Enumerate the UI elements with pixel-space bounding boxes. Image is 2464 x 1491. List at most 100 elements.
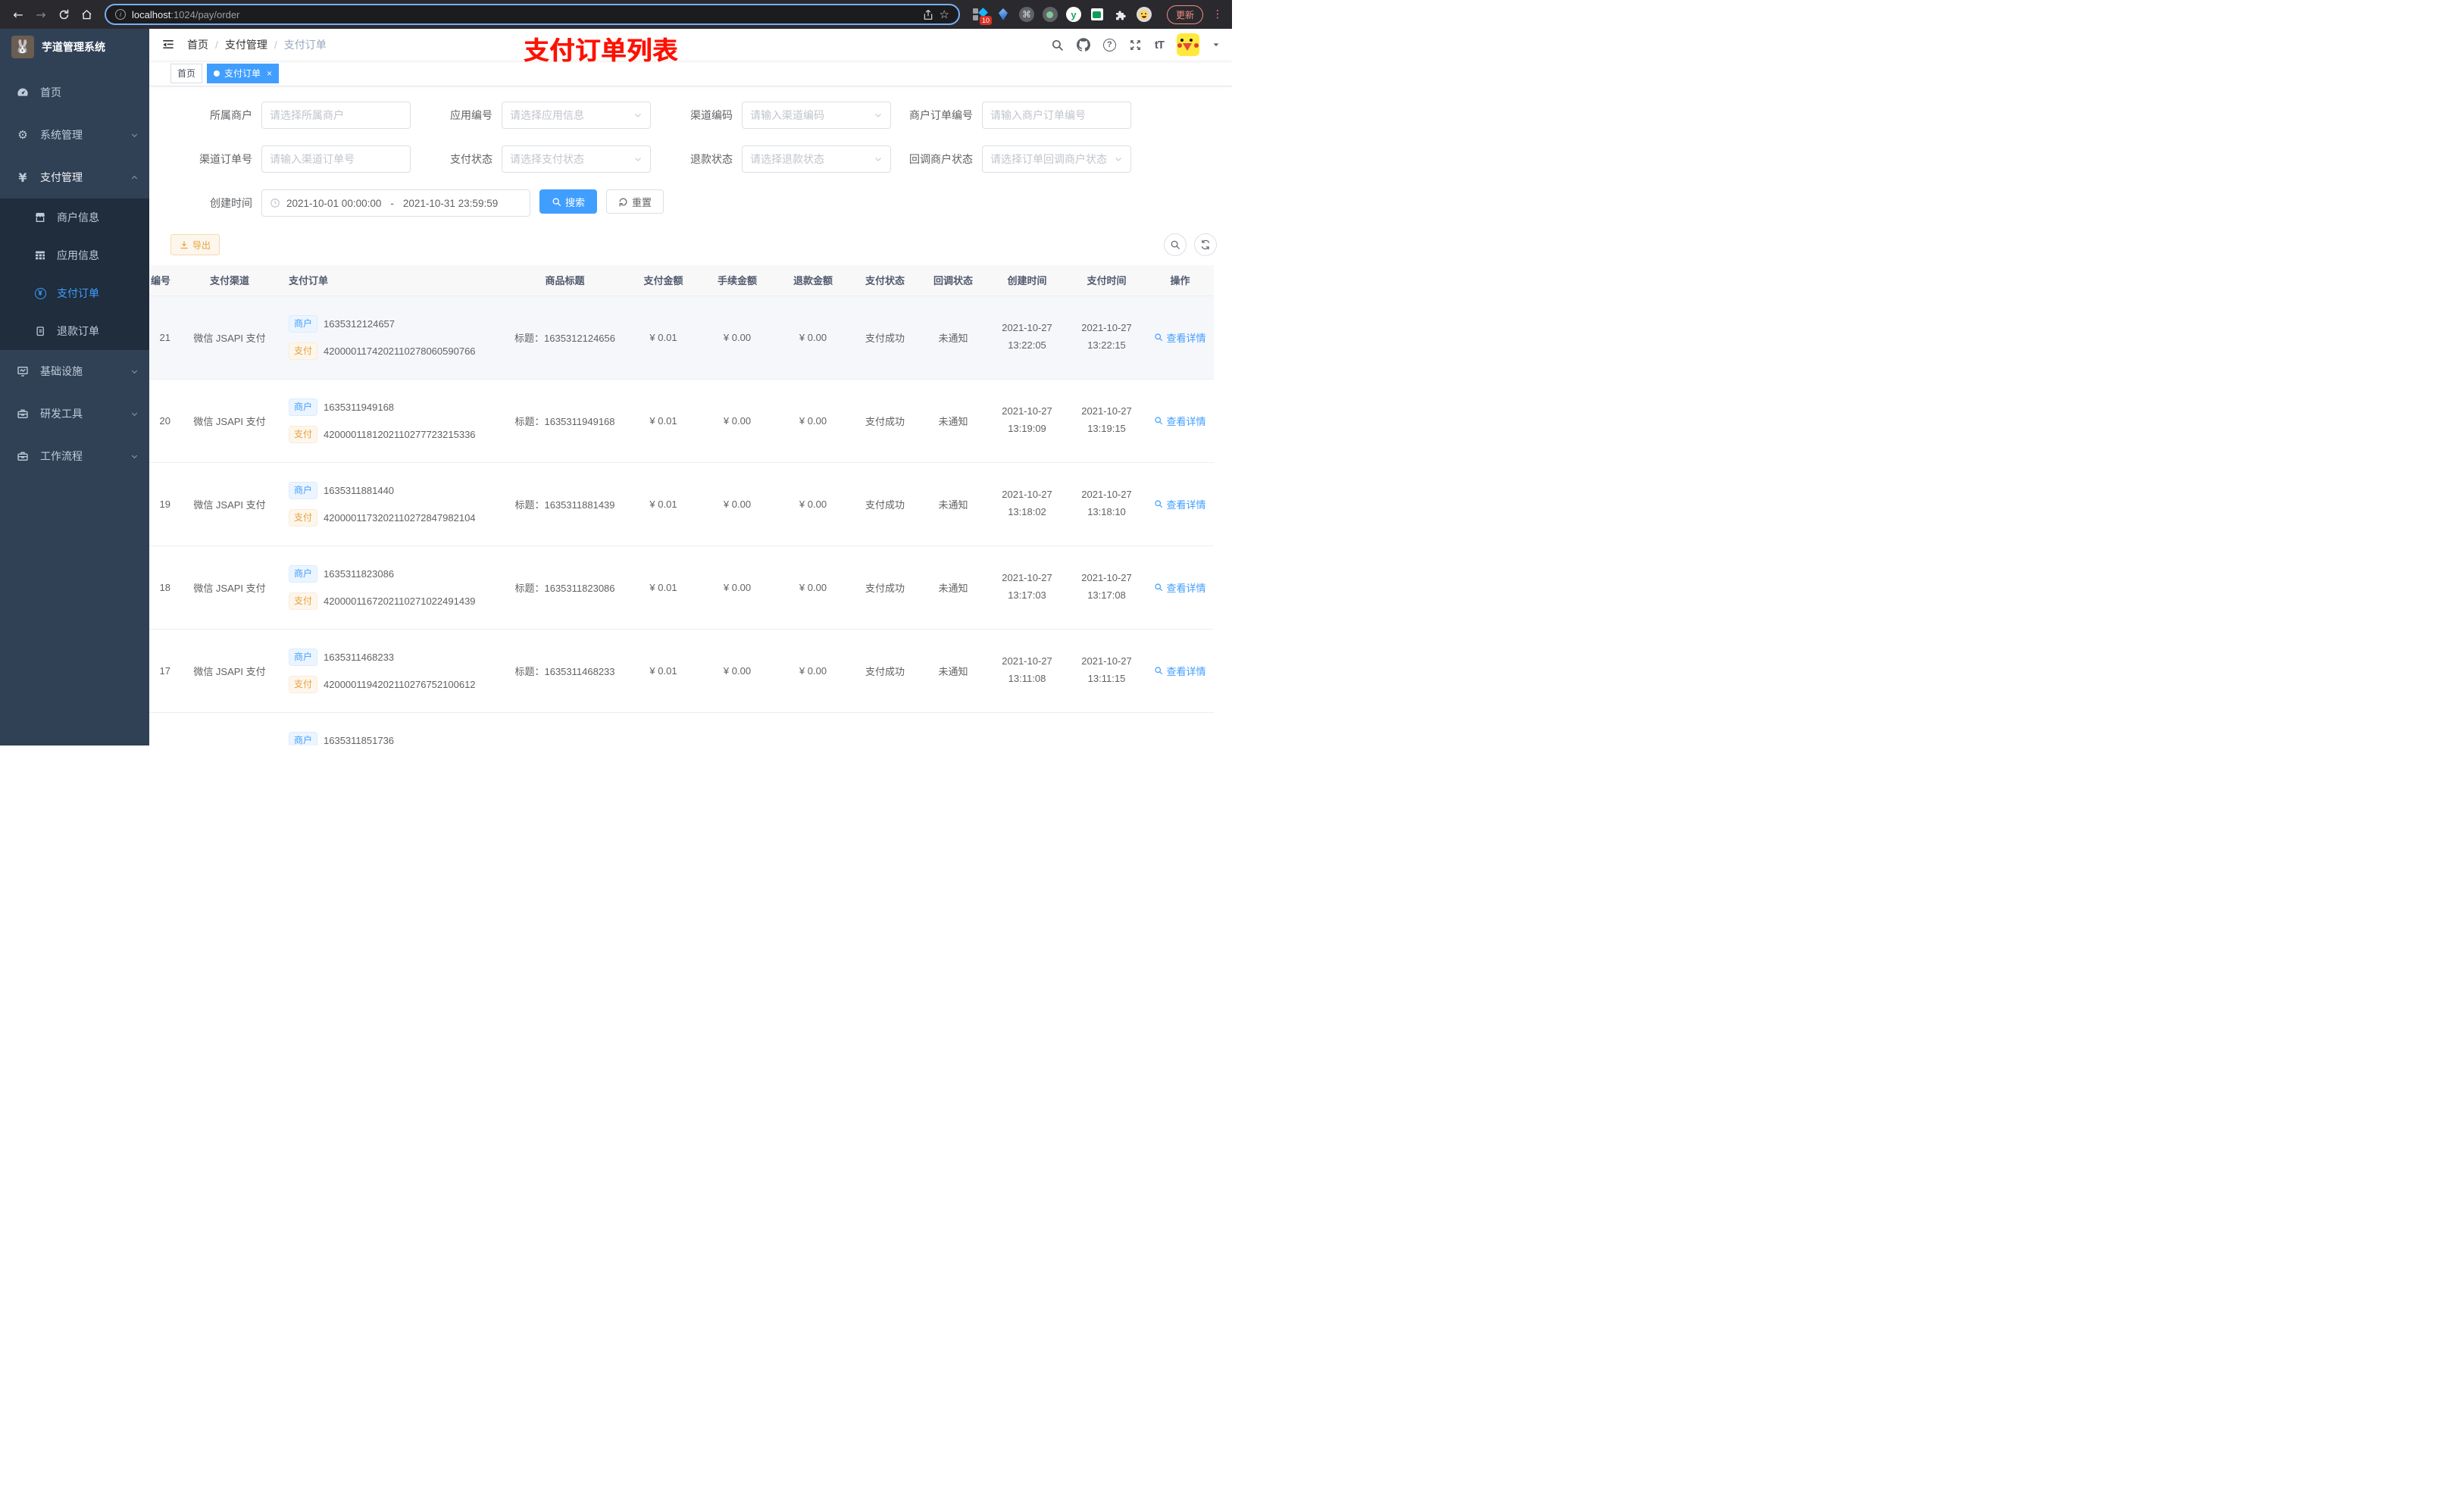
gear-icon: ⚙ <box>17 128 28 142</box>
view-detail-link[interactable]: 查看详情 <box>1154 330 1206 345</box>
channel-pay-no: 4200001174202110278060590766 <box>324 345 476 357</box>
collapse-sidebar-icon[interactable] <box>161 39 175 51</box>
refresh-button[interactable] <box>1194 233 1217 256</box>
date-end: 2021-10-31 23:59:59 <box>402 197 499 209</box>
sidebar-item-app-info[interactable]: 应用信息 <box>0 236 149 274</box>
merchant-tag: 商户 <box>289 731 318 746</box>
chat-extension-icon[interactable] <box>1090 7 1105 22</box>
pay-status-input[interactable] <box>510 153 629 165</box>
notify-status: 未通知 <box>919 295 987 380</box>
menu-dots-icon[interactable]: ⋮ <box>1212 8 1223 20</box>
close-icon[interactable]: × <box>267 68 272 79</box>
share-icon[interactable] <box>923 9 933 20</box>
app-select[interactable] <box>502 102 651 129</box>
app-select-input[interactable] <box>510 109 629 121</box>
orders-table-wrapper[interactable]: 编号 支付渠道 支付订单 商品标题 支付金额 手续金额 退款金额 支付状态 回调… <box>149 265 1232 746</box>
question-icon[interactable]: ? <box>1102 38 1116 52</box>
refund-status-input[interactable] <box>750 153 869 165</box>
merchant-tag: 商户 <box>289 564 318 583</box>
merchant-select[interactable] <box>261 102 411 129</box>
recorder-extension-icon[interactable] <box>1042 7 1058 22</box>
reset-button[interactable]: 重置 <box>606 189 664 214</box>
chrome-update-button[interactable]: 更新 <box>1166 5 1203 24</box>
toggle-search-button[interactable] <box>1164 233 1187 256</box>
table-row: 18 微信 JSAPI 支付 商户 1635311823086 支付 42000… <box>149 545 1214 630</box>
github-icon[interactable] <box>1076 38 1090 52</box>
breadcrumb-home[interactable]: 首页 <box>187 37 208 52</box>
merchant-order-no-field[interactable] <box>982 102 1131 129</box>
refund-status-select[interactable] <box>742 145 891 173</box>
view-detail-link[interactable]: 查看详情 <box>1154 414 1206 428</box>
field-label: 退款状态 <box>690 153 733 165</box>
address-bar[interactable]: i localhost:1024/pay/order ☆ <box>105 4 960 25</box>
fullscreen-icon[interactable] <box>1129 39 1142 52</box>
command-extension-icon[interactable]: ⌘ <box>1018 7 1034 22</box>
kite-extension-icon[interactable] <box>996 7 1011 22</box>
action-cell: 查看详情 <box>1146 379 1214 463</box>
emoji-extension-icon[interactable] <box>1136 7 1152 22</box>
action-cell: 查看详情 <box>1146 295 1214 380</box>
search-button[interactable]: 搜索 <box>539 189 598 214</box>
sidebar-item-merchant-info[interactable]: 商户信息 <box>0 198 149 236</box>
extension-badge-icon[interactable]: 10 <box>972 7 992 25</box>
extensions-puzzle-icon[interactable] <box>1113 7 1128 22</box>
create-time <box>987 712 1067 746</box>
site-info-icon[interactable]: i <box>115 9 126 20</box>
forward-icon[interactable]: → <box>32 5 50 23</box>
product-title: 标题：1635311949168 <box>502 379 627 463</box>
back-icon[interactable]: ← <box>9 5 27 23</box>
sidebar-item-workflow[interactable]: 工作流程 <box>0 435 149 477</box>
sidebar-item-infrastructure[interactable]: 基础设施 <box>0 350 149 392</box>
field-label: 支付状态 <box>450 153 492 165</box>
avatar[interactable] <box>1177 33 1199 56</box>
channel-order-no-field[interactable] <box>261 145 411 173</box>
y-extension-icon[interactable]: y <box>1065 7 1081 22</box>
sidebar-item-dev-tools[interactable]: 研发工具 <box>0 392 149 435</box>
notify-status-input[interactable] <box>990 153 1109 165</box>
view-detail-link[interactable]: 查看详情 <box>1154 580 1206 595</box>
chevron-down-icon <box>1114 155 1123 164</box>
extension-badge-count: 10 <box>979 16 992 25</box>
create-time: 2021-10-27 13:22:05 <box>987 295 1067 380</box>
channel-code-input[interactable] <box>750 109 869 121</box>
sidebar-item-payment[interactable]: ¥ 支付管理 <box>0 156 149 198</box>
bookmark-star-icon[interactable]: ☆ <box>940 8 949 21</box>
breadcrumb-payment[interactable]: 支付管理 <box>225 37 267 52</box>
view-detail-link[interactable]: 查看详情 <box>1154 497 1206 511</box>
sidebar-item-system[interactable]: ⚙ 系统管理 <box>0 114 149 156</box>
order-id: 18 <box>149 545 184 630</box>
tab-home[interactable]: 首页 <box>170 63 203 83</box>
export-button[interactable]: 导出 <box>170 234 220 255</box>
pay-status-select[interactable] <box>502 145 651 173</box>
pay-amount <box>627 712 699 746</box>
search-icon[interactable] <box>1051 39 1064 52</box>
view-detail-link[interactable]: 查看详情 <box>1154 664 1206 678</box>
home-icon[interactable] <box>77 5 95 23</box>
merchant-tag: 商户 <box>289 481 318 499</box>
reload-icon[interactable] <box>55 5 73 23</box>
top-navbar: 首页 / 支付管理 / 支付订单 支付订单列表 ? tT <box>149 29 1232 64</box>
tab-pay-order[interactable]: 支付订单 × <box>207 63 280 83</box>
notify-status-select[interactable] <box>982 145 1131 173</box>
channel-code-select[interactable] <box>742 102 891 129</box>
sidebar-item-refund-order[interactable]: 退款订单 <box>0 312 149 350</box>
caret-down-icon[interactable] <box>1212 41 1220 48</box>
sidebar-item-pay-order[interactable]: ¥ 支付订单 <box>0 274 149 312</box>
fee-amount: ¥ 0.00 <box>699 462 775 546</box>
merchant-select-input[interactable] <box>270 109 402 121</box>
sidebar-item-label: 商户信息 <box>57 211 99 223</box>
font-size-icon[interactable]: tT <box>1155 39 1165 52</box>
refund-amount: ¥ 0.00 <box>775 295 851 380</box>
channel-order-no-input[interactable] <box>270 153 402 165</box>
date-separator: - <box>390 197 394 209</box>
toolbox-icon <box>16 408 30 420</box>
sidebar-item-home[interactable]: 首页 <box>0 71 149 114</box>
fee-amount: ¥ 0.00 <box>699 545 775 630</box>
product-title <box>502 712 627 746</box>
create-time-range-picker[interactable]: 2021-10-01 00:00:00 - 2021-10-31 23:59:5… <box>261 189 530 217</box>
merchant-order-no-input[interactable] <box>990 109 1123 121</box>
table-header-row: 编号 支付渠道 支付订单 商品标题 支付金额 手续金额 退款金额 支付状态 回调… <box>149 265 1214 296</box>
field-label: 渠道编码 <box>690 109 733 121</box>
chevron-down-icon <box>130 367 139 376</box>
pay-status: 支付成功 <box>851 379 919 463</box>
